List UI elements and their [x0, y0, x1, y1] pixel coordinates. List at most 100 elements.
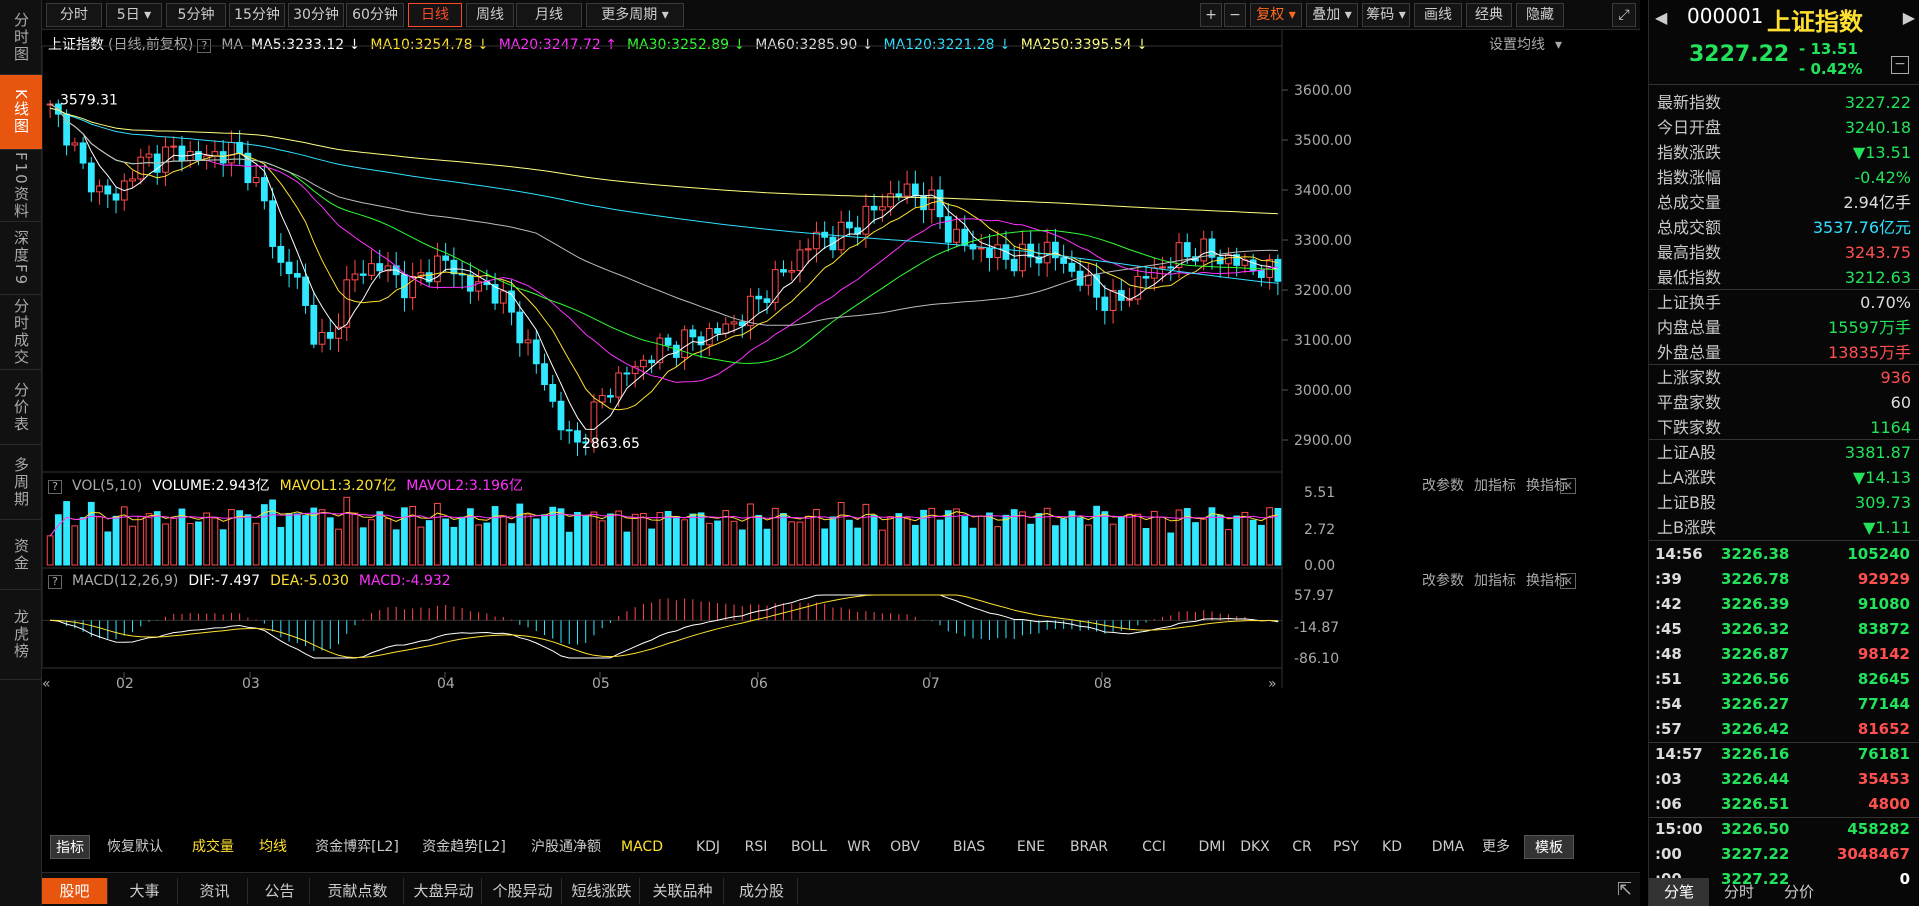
left-nav-item-4[interactable]: 分时成交: [0, 295, 42, 370]
indicator-tab-7[interactable]: MACD: [621, 835, 663, 859]
panel-tab-1[interactable]: 分时: [1709, 878, 1769, 906]
candle-body: [343, 279, 351, 328]
period-tab-3[interactable]: 15分钟: [229, 3, 285, 27]
zoom-in-button[interactable]: +: [1200, 3, 1222, 27]
indicator-tab-20[interactable]: PSY: [1331, 835, 1361, 859]
close-icon[interactable]: ✕: [1560, 573, 1576, 589]
tick-price: 3226.78: [1721, 570, 1790, 588]
indicator-tab-21[interactable]: KD: [1377, 835, 1407, 859]
left-nav-item-0[interactable]: 分时图: [0, 0, 42, 75]
period-tab-7[interactable]: 周线: [466, 3, 514, 27]
kline-chart[interactable]: 3600.00 3500.00 3400.00 3300.00 3200.00 3100.…: [42, 30, 1640, 838]
volume-action-1[interactable]: 加指标: [1474, 478, 1516, 494]
indicator-tab-3[interactable]: 均线: [250, 835, 296, 859]
collapse-icon[interactable]: −: [1891, 56, 1909, 74]
close-icon[interactable]: ✕: [1560, 478, 1576, 494]
ma-settings-button[interactable]: 设置均线 ▾: [1489, 36, 1572, 54]
macd-action-1[interactable]: 加指标: [1474, 573, 1516, 589]
candle-body: [1084, 274, 1092, 286]
indicator-tab-23[interactable]: 更多: [1478, 835, 1514, 859]
fullscreen-icon[interactable]: ⤢: [1612, 3, 1636, 27]
toolbar-right-0[interactable]: 复权 ▾: [1250, 3, 1302, 27]
volume-bar: [516, 503, 524, 566]
indicator-tab-19[interactable]: CR: [1287, 835, 1317, 859]
indicator-tab-9[interactable]: RSI: [740, 835, 772, 859]
indicator-tab-17[interactable]: DMI: [1193, 835, 1231, 859]
indicator-tab-16[interactable]: CCI: [1134, 835, 1174, 859]
candle-body: [648, 359, 656, 364]
indicator-tab-1[interactable]: 恢复默认: [100, 835, 170, 859]
candle-body: [631, 366, 639, 374]
bottom-tab-8[interactable]: 关联品种: [642, 878, 724, 904]
left-nav-item-2[interactable]: F10资料: [0, 150, 42, 222]
period-tab-9[interactable]: 更多周期 ▾: [586, 3, 684, 27]
volume-bar: [170, 517, 178, 566]
left-nav-item-1[interactable]: K线图: [0, 75, 42, 150]
volume-bar: [738, 529, 746, 566]
left-nav-item-3[interactable]: 深度F9: [0, 222, 42, 295]
x-tick-label: 08: [1094, 676, 1112, 692]
period-tab-2[interactable]: 5分钟: [166, 3, 226, 27]
indicator-tab-12[interactable]: OBV: [885, 835, 925, 859]
indicator-tab-22[interactable]: DMA: [1426, 835, 1470, 859]
help-icon[interactable]: ?: [197, 39, 212, 53]
period-tab-5[interactable]: 60分钟: [346, 3, 404, 27]
expand-icon[interactable]: ⇱: [1617, 879, 1632, 900]
indicator-tab-15[interactable]: BRAR: [1064, 835, 1114, 859]
toolbar-right-2[interactable]: 筹码 ▾: [1362, 3, 1410, 27]
indicator-tab-0[interactable]: 指标: [50, 835, 90, 859]
indicator-tab-8[interactable]: KDJ: [689, 835, 727, 859]
next-icon[interactable]: ▶: [1903, 8, 1915, 27]
indicator-tab-2[interactable]: 成交量: [184, 835, 242, 859]
indicator-tab-11[interactable]: WR: [846, 835, 872, 859]
panel-tab-0[interactable]: 分笔: [1649, 878, 1709, 906]
left-nav-item-8[interactable]: 龙虎榜: [0, 590, 42, 680]
volume-action-0[interactable]: 改参数: [1422, 478, 1464, 494]
indicator-tab-10[interactable]: BOLL: [784, 835, 834, 859]
bottom-tab-3[interactable]: 公告: [250, 878, 310, 904]
help-icon[interactable]: ?: [48, 480, 62, 494]
left-navigation: 分时图 K线图 F10资料 深度F9 分时成交 分价表 多周期 资金 龙虎榜: [0, 0, 42, 906]
indicator-tab-13[interactable]: BIAS: [939, 835, 999, 859]
bottom-tab-9[interactable]: 成分股: [726, 878, 798, 904]
toolbar-right-3[interactable]: 画线: [1414, 3, 1462, 27]
macd-action-0[interactable]: 改参数: [1422, 573, 1464, 589]
panel-tab-2[interactable]: 分价: [1769, 878, 1829, 906]
indicator-tab-18[interactable]: DKX: [1235, 835, 1275, 859]
period-tab-8[interactable]: 月线: [516, 3, 582, 27]
toolbar-right-1[interactable]: 叠加 ▾: [1306, 3, 1358, 27]
stock-name: 上证指数: [1767, 8, 1863, 36]
zoom-out-button[interactable]: −: [1224, 3, 1246, 27]
volume-bar: [705, 522, 713, 566]
bottom-tab-2[interactable]: 资讯: [182, 878, 248, 904]
indicator-tab-6[interactable]: 沪股通净额: [520, 835, 612, 859]
bottom-tab-0[interactable]: 股吧: [42, 878, 108, 904]
bottom-tab-1[interactable]: 大事: [112, 878, 178, 904]
y-tick-label: 3500.00: [1294, 133, 1352, 149]
indicator-tab-24[interactable]: 模板: [1524, 835, 1574, 859]
toolbar-right-5[interactable]: 隐藏: [1516, 3, 1564, 27]
prev-icon[interactable]: ◀: [1655, 8, 1667, 27]
period-tab-6[interactable]: 日线: [408, 3, 462, 27]
indicator-tab-14[interactable]: ENE: [1012, 835, 1050, 859]
help-icon[interactable]: ?: [48, 575, 62, 589]
indicator-tab-4[interactable]: 资金博弈[L2]: [305, 835, 409, 859]
candle-body: [228, 141, 235, 164]
candle-body: [401, 274, 408, 299]
period-tab-4[interactable]: 30分钟: [288, 3, 344, 27]
volume-tick-label: 5.51: [1304, 485, 1335, 501]
left-nav-item-6[interactable]: 多周期: [0, 445, 42, 520]
ma-list: MA5:3233.12 ↓ MA10:3254.78 ↓ MA20:3247.72 …: [251, 37, 1158, 53]
indicator-tab-5[interactable]: 资金趋势[L2]: [414, 835, 514, 859]
bottom-tab-4[interactable]: 贡献点数: [312, 878, 404, 904]
period-tab-0[interactable]: 分时: [46, 3, 102, 27]
toolbar-right-4[interactable]: 经典: [1466, 3, 1512, 27]
period-tab-1[interactable]: 5日 ▾: [106, 3, 162, 27]
bottom-tab-5[interactable]: 大盘异动: [406, 878, 482, 904]
bottom-tab-6[interactable]: 个股异动: [484, 878, 562, 904]
left-nav-item-5[interactable]: 分价表: [0, 370, 42, 445]
bottom-tab-7[interactable]: 短线涨跌: [564, 878, 640, 904]
left-nav-item-7[interactable]: 资金: [0, 520, 42, 590]
volume-bar: [631, 513, 639, 566]
candle-body: [1101, 296, 1109, 311]
